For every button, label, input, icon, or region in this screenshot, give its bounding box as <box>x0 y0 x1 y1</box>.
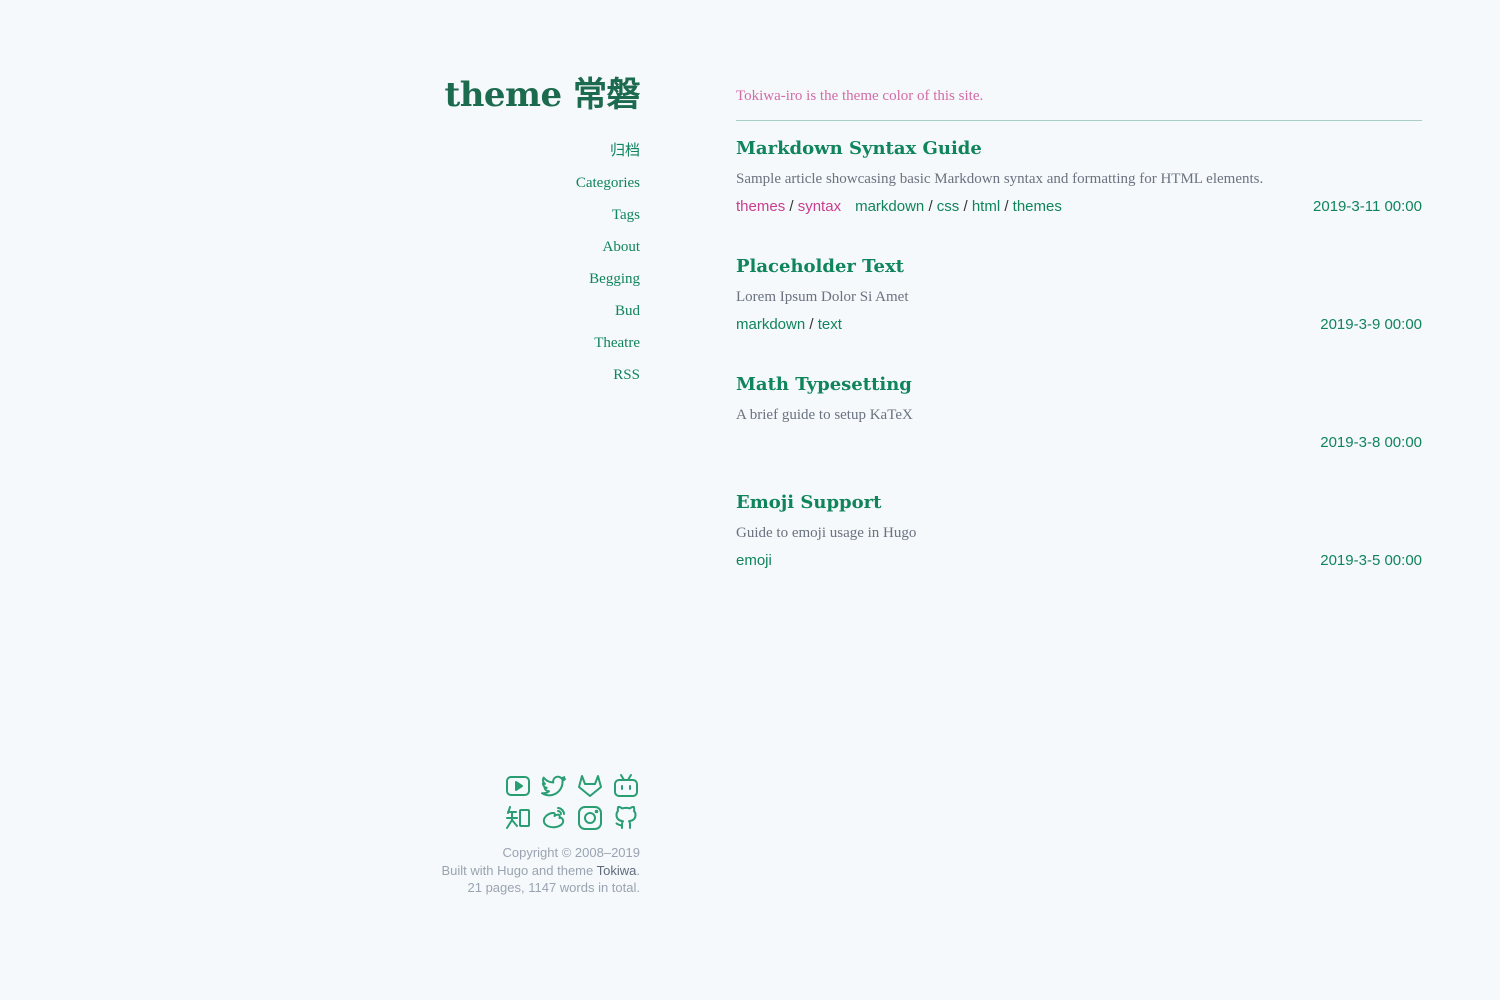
nav-item-archive: 归档 <box>300 136 640 168</box>
youtube-icon[interactable] <box>504 772 532 800</box>
tag-link[interactable]: css <box>937 198 960 215</box>
post-summary: Guide to emoji usage in Hugo <box>736 525 917 541</box>
post-taxonomy: emoji <box>736 552 772 569</box>
nav-item-theatre: Theatre <box>300 328 640 360</box>
post-title: Math Typesetting <box>736 357 1422 397</box>
post-item: Markdown Syntax Guide Sample article sho… <box>736 121 1422 239</box>
post-title-link[interactable]: Emoji Support <box>736 492 881 513</box>
main-content: Tokiwa-iro is the theme color of this si… <box>736 84 1422 593</box>
github-icon[interactable] <box>612 804 640 832</box>
page: theme 常磐 归档 Categories Tags About Beggin… <box>0 0 1500 1000</box>
nav-item-tags: Tags <box>300 200 640 232</box>
social-row-1 <box>300 772 640 802</box>
separator: / <box>805 316 818 333</box>
instagram-icon[interactable] <box>576 804 604 832</box>
sidebar: theme 常磐 归档 Categories Tags About Beggin… <box>300 70 640 392</box>
post-title: Markdown Syntax Guide <box>736 121 1422 161</box>
post-summary: A brief guide to setup KaTeX <box>736 407 913 423</box>
social-links <box>300 772 640 836</box>
tag-link[interactable]: markdown <box>855 198 924 215</box>
post-taxonomy: themes / syntax markdown / css / html / t… <box>736 198 1062 215</box>
nav-link-categories[interactable]: Categories <box>576 175 640 191</box>
post-taxonomy: markdown / text <box>736 316 842 333</box>
post-item: Placeholder Text Lorem Ipsum Dolor Si Am… <box>736 239 1422 357</box>
nav-item-about: About <box>300 232 641 264</box>
post-title-link[interactable]: Placeholder Text <box>736 256 904 277</box>
gitlab-icon[interactable] <box>576 772 604 800</box>
separator: / <box>959 198 972 215</box>
footer-copyright: Copyright © 2008–2019 <box>502 845 640 860</box>
tag-link[interactable]: html <box>972 198 1000 215</box>
post-title-link[interactable]: Math Typesetting <box>736 374 912 395</box>
zhihu-icon[interactable] <box>504 804 532 832</box>
footer-stats: 21 pages, 1147 words in total. <box>467 880 641 895</box>
footer-built-with: Built with Hugo and theme Tokiwa. <box>300 862 640 880</box>
sidebar-nav: 归档 Categories Tags About Begging Bud The… <box>300 136 640 392</box>
nav-item-categories: Categories <box>300 168 640 200</box>
nav-item-bud: Bud <box>300 296 640 328</box>
nav-link-archive[interactable]: 归档 <box>610 143 640 159</box>
post-summary: Sample article showcasing basic Markdown… <box>736 171 1264 187</box>
post-meta: emoji 2019-3-5 00:00 <box>736 551 1422 571</box>
category-link[interactable]: themes <box>736 198 785 215</box>
nav-link-about[interactable]: About <box>603 239 641 255</box>
post-date: 2019-3-8 00:00 <box>1320 434 1422 451</box>
site-footer: Copyright © 2008–2019 Built with Hugo an… <box>300 844 640 897</box>
nav-link-begging[interactable]: Begging <box>589 271 640 287</box>
tag-link[interactable]: emoji <box>736 552 772 569</box>
category-link[interactable]: syntax <box>798 198 841 215</box>
twitter-icon[interactable] <box>540 772 568 800</box>
footer-built-prefix: Built with Hugo and theme <box>441 862 597 878</box>
post-title-link[interactable]: Markdown Syntax Guide <box>736 138 982 159</box>
separator: / <box>1000 198 1013 215</box>
tag-link[interactable]: themes <box>1013 198 1062 215</box>
separator: / <box>924 198 937 215</box>
site-tagline: Tokiwa-iro is the theme color of this si… <box>736 84 1422 121</box>
post-item: Math Typesetting A brief guide to setup … <box>736 357 1422 475</box>
post-date: 2019-3-5 00:00 <box>1320 552 1422 569</box>
separator: / <box>785 198 798 215</box>
nav-link-rss[interactable]: RSS <box>613 367 640 383</box>
post-title: Emoji Support <box>736 475 1422 515</box>
tag-link[interactable]: text <box>818 316 842 333</box>
post-date: 2019-3-9 00:00 <box>1320 316 1422 333</box>
weibo-icon[interactable] <box>540 804 568 832</box>
footer-built-suffix: . <box>636 862 640 878</box>
post-title: Placeholder Text <box>736 239 1422 279</box>
post-meta: 2019-3-8 00:00 <box>736 433 1422 453</box>
nav-item-begging: Begging <box>300 264 640 296</box>
post-summary: Lorem Ipsum Dolor Si Amet <box>736 289 909 305</box>
post-item: Emoji Support Guide to emoji usage in Hu… <box>736 475 1422 593</box>
bilibili-icon[interactable] <box>612 772 640 800</box>
post-date: 2019-3-11 00:00 <box>1313 198 1422 215</box>
site-title[interactable]: theme 常磐 <box>300 70 640 120</box>
tag-link[interactable]: markdown <box>736 316 805 333</box>
footer-theme-link[interactable]: Tokiwa <box>597 863 637 878</box>
post-meta: markdown / text 2019-3-9 00:00 <box>736 315 1422 335</box>
post-meta: themes / syntax markdown / css / html / t… <box>736 197 1422 217</box>
social-row-2 <box>300 804 640 834</box>
nav-link-tags[interactable]: Tags <box>612 207 640 223</box>
nav-link-bud[interactable]: Bud <box>615 303 640 319</box>
nav-link-theatre[interactable]: Theatre <box>594 335 640 351</box>
nav-item-rss: RSS <box>300 360 640 392</box>
